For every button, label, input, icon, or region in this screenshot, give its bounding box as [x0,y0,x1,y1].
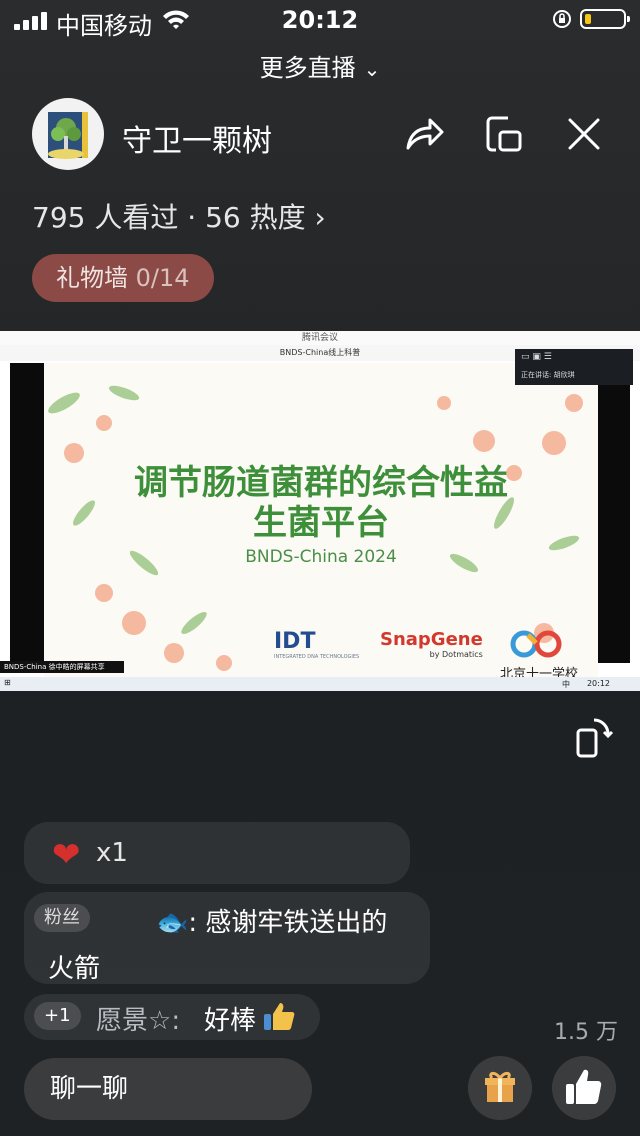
idt-logo-sub: INTEGRATED DNA TECHNOLOGIES [274,654,360,660]
gift-button[interactable] [468,1056,532,1120]
viewed-count: 795 人看过 [32,201,179,234]
snapgene-logo-sub: by Dotmatics [429,650,483,659]
panel-controls-icon: ▭ ▣ ☰ [521,352,552,362]
channel-name[interactable]: 守卫一颗树 [122,116,272,160]
taskbar-lang: 中 [562,680,570,689]
slide-title-line1: 调节肠道菌群的综合性益 [134,463,508,503]
channel-avatar[interactable] [32,98,104,170]
stats-separator: · [178,201,206,234]
fan-badge: 粉丝 [34,904,90,932]
clock: 20:12 [281,6,359,34]
rotate-screen-icon[interactable] [574,716,614,760]
live-video[interactable]: 腾讯会议 BNDS-China线上科普 调节肠道菌群的综合性益 生菌平台 BND… [0,331,640,691]
like-count: 1.5 万 [554,1020,618,1045]
speaking-name: 胡欣琪 [553,371,575,379]
more-live-dropdown[interactable]: 更多直播 ⌄ [0,48,640,83]
speaking-label: 正在讲话: [521,371,552,379]
gift-wall-count: 0/14 [135,264,190,292]
taskbar-time: 20:12 [586,679,610,688]
speaking-indicator: 正在讲话: 胡欣琪 [521,370,575,380]
windows-taskbar: ⊞ 中 20:12 [0,677,640,691]
video-left-border [10,363,44,663]
chat-message-text: 🐟: 感谢牢铁送出的火箭 [48,908,388,984]
tree-logo-icon [48,112,88,159]
snapgene-logo: SnapGene by Dotmatics [380,629,483,659]
chat-text: 感谢牢铁送出的火箭 [48,908,388,984]
slide-title: 调节肠道菌群的综合性益 生菌平台 [44,463,598,543]
chat-user[interactable]: 愿景☆: [96,1000,180,1037]
chevron-down-icon: ⌄ [363,57,381,81]
thumbs-up-icon [566,1069,602,1104]
level-badge-label: +1 [44,1005,71,1026]
rotation-lock-icon [553,10,571,28]
meeting-speaker-panel[interactable]: ▭ ▣ ☰ 正在讲话: 胡欣琪 [515,349,633,385]
chevron-right-icon: › [305,201,326,234]
slide-subtitle: BNDS-China 2024 [245,547,397,567]
chat-user-name: 愿景☆ [96,1006,172,1036]
close-icon[interactable] [562,112,606,156]
video-right-border [598,363,630,663]
view-stats[interactable]: 795 人看过 · 56 热度 › [32,196,326,236]
snapgene-logo-text: SnapGene [380,629,483,650]
gift-message [24,822,410,884]
infinity-logo-icon [510,630,562,658]
slide-title-line2: 生菌平台 [253,503,389,543]
chat-input-button[interactable]: 聊一聊 [24,1058,312,1120]
share-icon[interactable] [402,112,446,156]
picture-in-picture-icon[interactable] [482,112,526,156]
windows-start-icon: ⊞ [4,678,11,687]
screen-share-caption: BNDS-China 徐中皓的屏幕共享 [0,661,124,673]
meeting-window-title: 腾讯会议 [0,331,640,345]
presentation-slide: 调节肠道菌群的综合性益 生菌平台 BNDS-China 2024 IDT INT… [44,363,598,679]
battery-icon [580,9,630,29]
more-live-label: 更多直播 [259,54,356,82]
status-bar: 中国移动 20:12 [0,0,640,40]
idt-logo: IDT INTEGRATED DNA TECHNOLOGIES [274,629,359,660]
gift-wall-label: 礼物墙 [56,264,128,292]
level-badge: +1 [34,1002,81,1030]
idt-logo-text: IDT [274,629,316,654]
like-button[interactable] [552,1056,616,1120]
chat-text: 好棒 [204,1006,257,1036]
heat-count: 56 热度 [205,201,306,234]
heart-gift-icon: ❤ [52,835,81,875]
gift-wall-button[interactable]: 礼物墙 0/14 [32,254,214,302]
thumbs-up-emoji-icon [264,1003,295,1030]
gift-count: x1 [96,838,128,868]
gift-icon [485,1071,515,1102]
chat-user[interactable]: 🐟 [156,908,188,938]
